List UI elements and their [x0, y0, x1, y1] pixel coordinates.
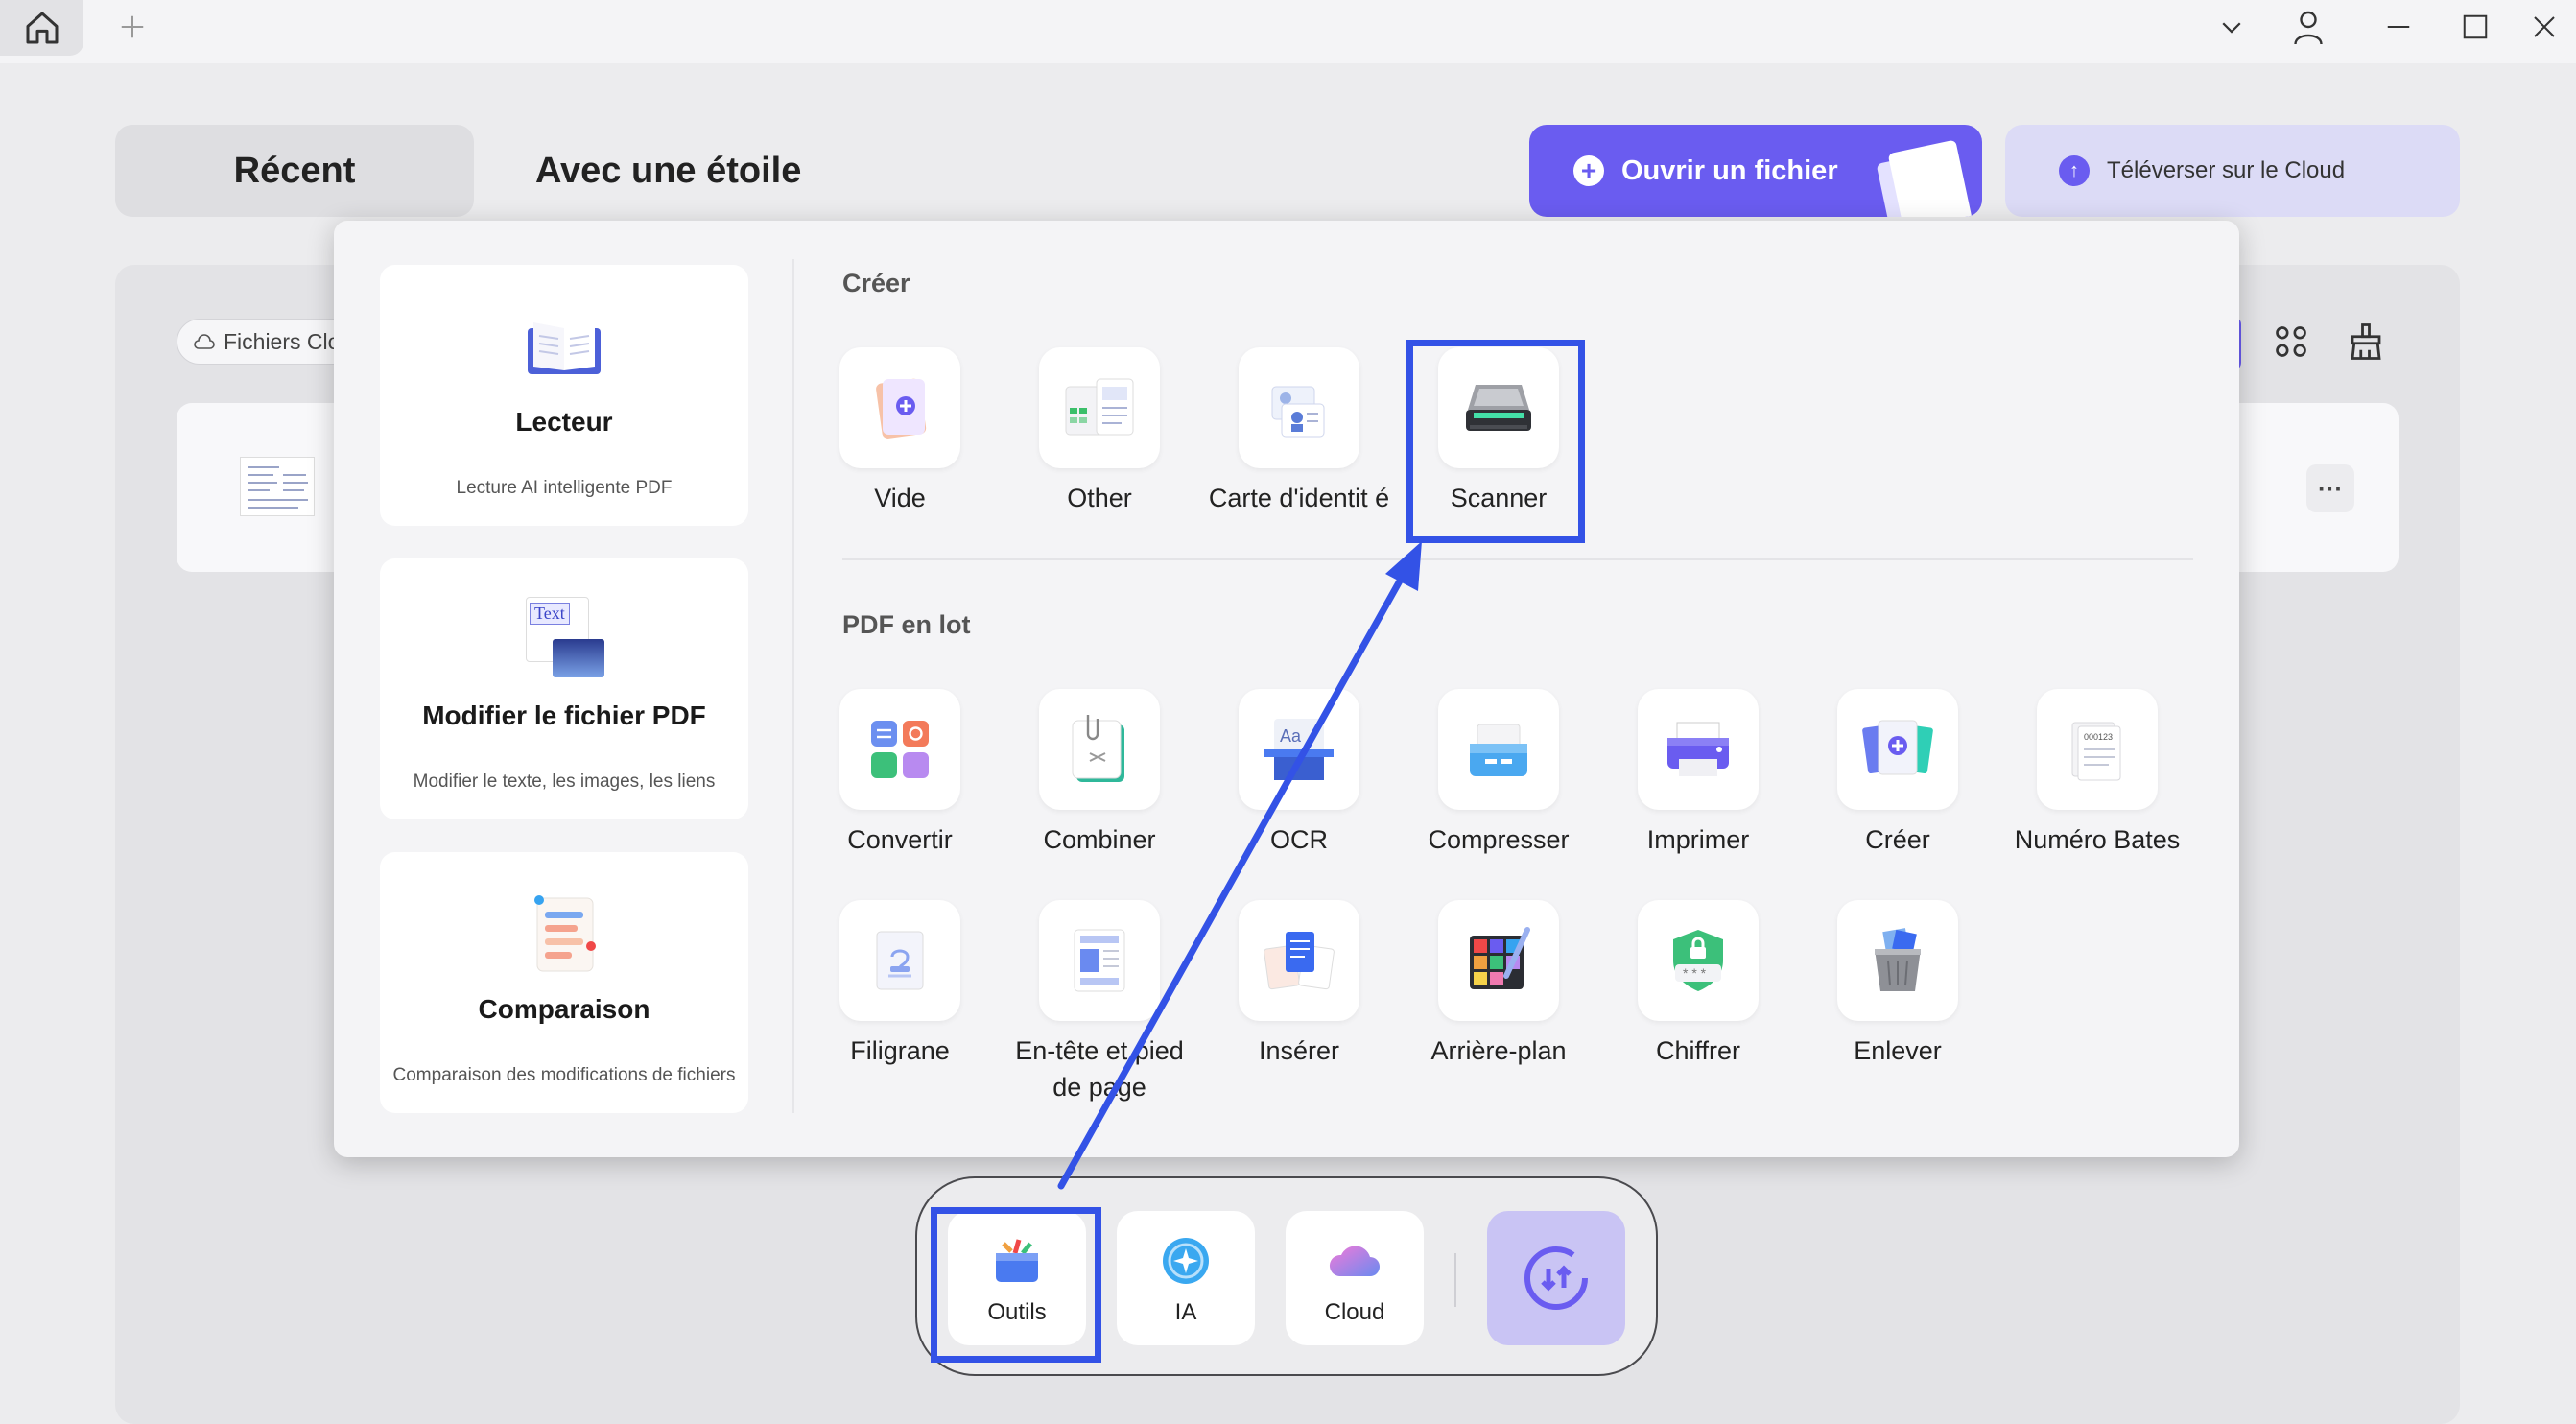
annotation-arrow: [1057, 541, 1422, 1190]
